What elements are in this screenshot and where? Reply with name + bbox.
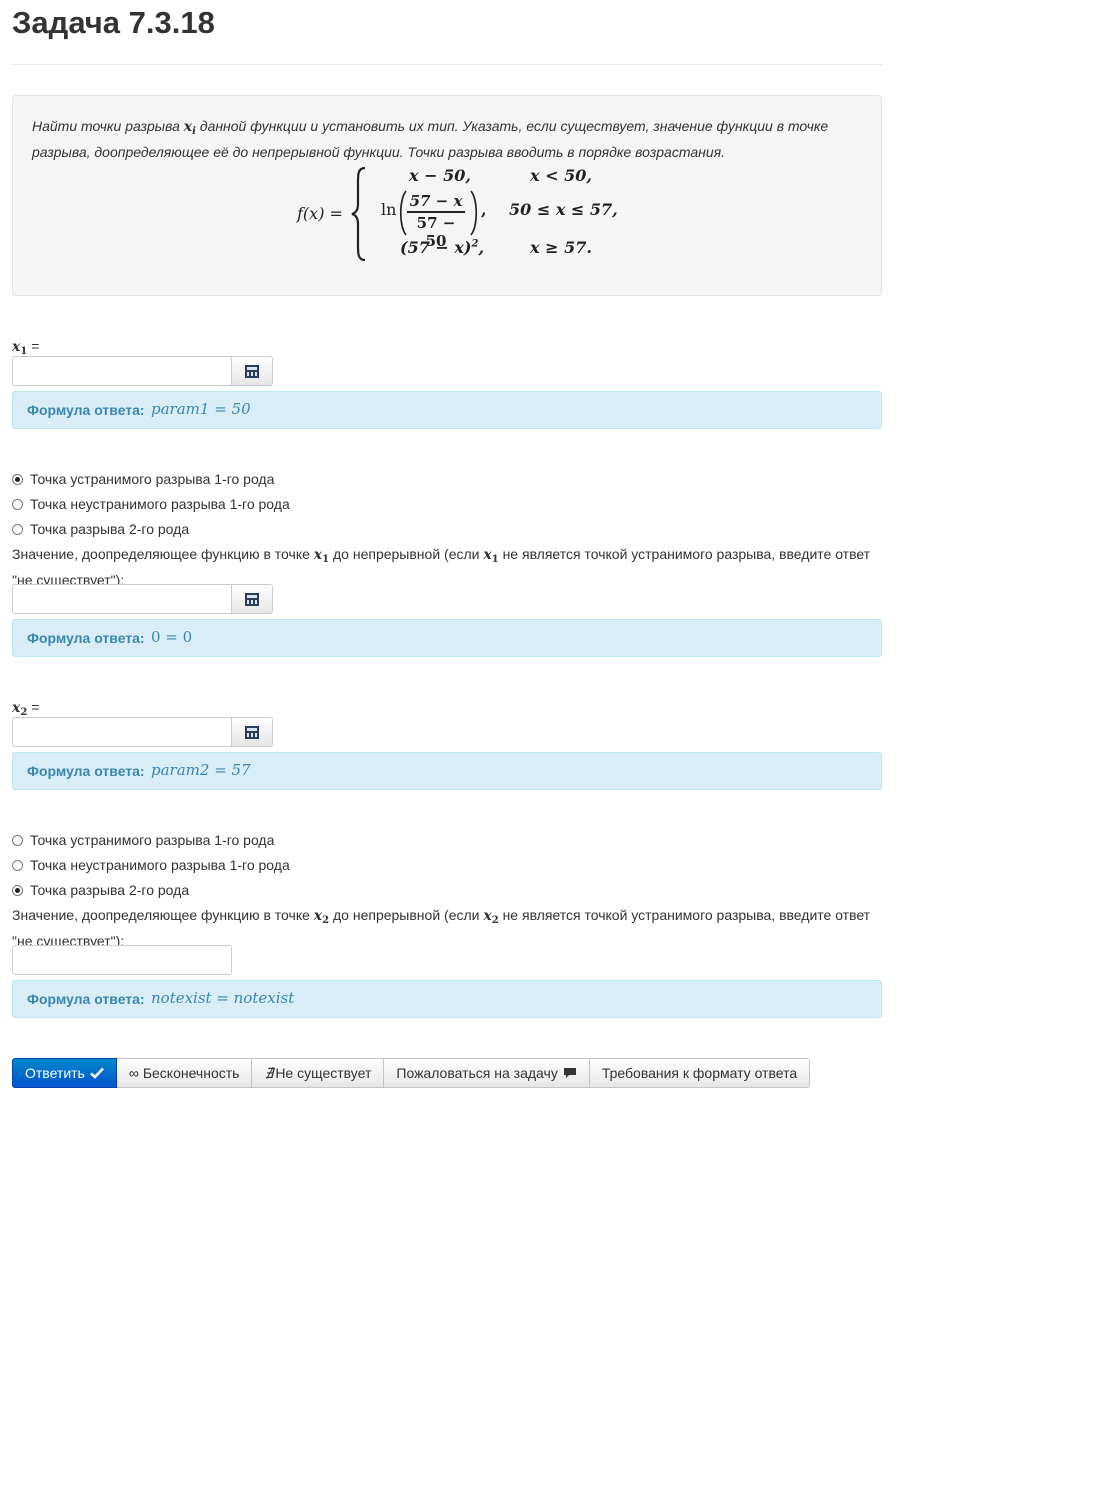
x2-note-var-a: x [313,908,323,924]
row3-condition: x ≥ 57. [530,238,592,257]
calculator-icon [245,364,259,378]
x2-note-var-b: x [483,908,492,924]
x1-calculator-button[interactable] [231,356,273,386]
x1-note-var-a: x [313,547,323,563]
infinity-icon: ∞ [128,1065,139,1081]
x1-radio-removable[interactable] [12,473,23,485]
x2-value-input[interactable] [12,945,232,975]
x2-answer-label: Формула ответа: [27,763,145,779]
format-requirements-label: Требования к формату ответа [601,1065,798,1081]
x2-option-removable-label: Точка устранимого разрыва 1-го рода [30,832,275,848]
x2-option-nonremovable[interactable]: Точка неустранимого разрыва 1-го рода [12,856,290,874]
piecewise-formula: f(x) = x − 50, x < 50, ln 57 − x 57 − 50… [297,166,618,266]
comment-icon [563,1068,576,1078]
divider [12,64,882,65]
x2-note-sub-b: 2 [491,915,499,926]
fraction-bar [407,211,465,213]
row1-condition: x < 50, [530,166,592,185]
x2-note-text-2: до непрерывной (если [329,907,484,923]
x2-value-answer-formula: Формула ответа: notexist = notexist [12,980,882,1018]
x1-note-var-b: x [483,547,492,563]
x1-value-calculator-button[interactable] [231,584,273,614]
not-exists-button[interactable]: ∄ Не существует [252,1058,385,1088]
x2-radio-second-kind[interactable] [12,884,23,896]
x1-label-eq: = [27,338,40,354]
left-brace [351,166,366,262]
x2-radio-removable[interactable] [12,834,23,846]
x1-answer-formula: Формула ответа: param1 = 50 [12,391,882,429]
x2-option-second-kind[interactable]: Точка разрыва 2-го рода [12,881,189,899]
action-toolbar: Ответить ∞ Бесконечность ∄ Не существует… [12,1058,811,1088]
x2-option-second-kind-label: Точка разрыва 2-го рода [30,882,190,898]
x2-input[interactable] [12,717,232,747]
x2-radio-nonremovable[interactable] [12,859,23,871]
x1-answer-value: param1 = 50 [151,400,251,418]
row3-comma: , [478,238,485,257]
submit-button[interactable]: Ответить [12,1058,117,1088]
math-var-x: x [183,119,193,135]
x1-value-input[interactable] [12,584,232,614]
x1-radio-nonremovable[interactable] [12,498,23,510]
x1-label: x1 = [12,338,39,357]
x1-option-removable-label: Точка устранимого разрыва 1-го рода [30,471,275,487]
submit-label: Ответить [25,1065,85,1081]
check-icon [89,1067,104,1079]
x2-value-answer-label: Формула ответа: [27,991,145,1007]
report-button[interactable]: Пожаловаться на задачу [384,1058,590,1088]
x1-option-nonremovable-label: Точка неустранимого разрыва 1-го рода [30,496,290,512]
x1-radio-second-kind[interactable] [12,523,23,535]
right-paren [470,190,478,236]
x2-label-eq: = [27,699,40,715]
x1-option-second-kind[interactable]: Точка разрыва 2-го рода [12,520,189,538]
x1-input[interactable] [12,356,232,386]
row2-comma: , [481,200,487,219]
x1-answer-label: Формула ответа: [27,402,145,418]
calculator-icon [245,592,259,606]
not-exists-label: Не существует [275,1065,372,1081]
row2-condition: 50 ≤ x ≤ 57, [509,200,618,219]
x1-option-removable[interactable]: Точка устранимого разрыва 1-го рода [12,470,274,488]
x2-option-removable[interactable]: Точка устранимого разрыва 1-го рода [12,831,274,849]
x1-value-answer-label: Формула ответа: [27,630,145,646]
x2-option-nonremovable-label: Точка неустранимого разрыва 1-го рода [30,857,290,873]
x2-calculator-button[interactable] [231,717,273,747]
x1-value-answer-formula: Формула ответа: 0 = 0 [12,619,882,657]
not-exists-icon: ∄ [264,1064,274,1081]
fraction-numerator: 57 − x [409,192,463,210]
x2-label: x2 = [12,699,39,718]
x1-note-text-2: до непрерывной (если [329,546,484,562]
task-statement: Найти точки разрыва xi данной функции и … [32,116,862,162]
format-requirements-button[interactable]: Требования к формату ответа [589,1058,811,1088]
x1-value-answer-value: 0 = 0 [151,628,193,646]
infinity-button[interactable]: ∞ Бесконечность [116,1058,253,1088]
x1-option-second-kind-label: Точка разрыва 2-го рода [30,521,190,537]
page-title: Задача 7.3.18 [12,5,215,40]
x2-answer-formula: Формула ответа: param2 = 57 [12,752,882,790]
formula-lhs: f(x) = [297,204,343,223]
row1-expression: x − 50, [409,166,471,185]
x2-note-text-1: Значение, доопределяющее функцию в точке [12,907,314,923]
task-panel: Найти точки разрыва xi данной функции и … [12,95,882,296]
ln-operator: ln [381,200,397,219]
report-label: Пожаловаться на задачу [396,1065,558,1081]
infinity-label: Бесконечность [142,1065,240,1081]
x2-answer-value: param2 = 57 [151,761,251,779]
row3-expression: (57 − x)2, [400,238,484,257]
x2-value-answer-value: notexist = notexist [151,989,295,1007]
x1-note-sub-b: 1 [491,554,499,565]
task-text-start: Найти точки разрыва [32,118,184,134]
row3-base: (57 − x) [400,238,472,257]
x1-note-text-1: Значение, доопределяющее функцию в точке [12,546,314,562]
calculator-icon [245,725,259,739]
x1-option-nonremovable[interactable]: Точка неустранимого разрыва 1-го рода [12,495,290,513]
